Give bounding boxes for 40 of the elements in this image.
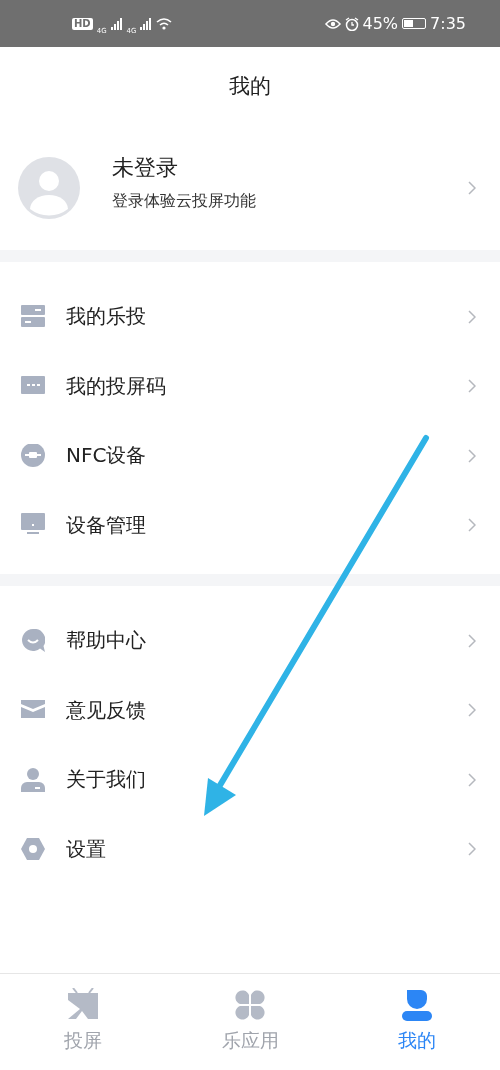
battery-percent: 45% [362,14,399,33]
wifi-icon [156,17,173,30]
server-icon [21,304,45,329]
user-icon [399,988,434,1022]
clover-icon [233,988,267,1022]
menu-item[interactable]: NFC设备 [0,421,500,491]
menu-item[interactable]: 意见反馈 [0,675,500,745]
clock: 7:35 [430,14,466,33]
hd-badge: HD [72,17,93,30]
chevron-icon [468,633,476,648]
chevron-icon [468,379,476,394]
profile-row[interactable]: 未登录 登录体验云投屏功能 [0,125,500,250]
tab[interactable]: 我的 [333,974,500,1070]
gear-icon [21,837,45,862]
chevron-icon [468,842,476,857]
signal-icon [110,17,123,30]
page-title: 我的 [229,73,271,100]
battery-icon [402,18,427,29]
user-name: 未登录 [112,154,179,182]
person-icon [21,767,45,792]
tv-icon [66,988,101,1022]
chevron-icon [468,309,476,324]
chat-icon [21,628,45,653]
menu-item[interactable]: 帮助中心 [0,606,500,676]
alarm-icon [344,16,359,31]
login-hint: 登录体验云投屏功能 [112,191,257,212]
avatar [18,156,80,219]
chevron-icon [468,180,476,195]
menu-item[interactable]: 设备管理 [0,490,500,560]
menu-item[interactable]: 我的投屏码 [0,351,500,421]
chevron-icon [468,448,476,463]
signal-icon [140,17,153,30]
chevron-icon [468,772,476,787]
menu-item[interactable]: 我的乐投 [0,282,500,352]
link-icon [21,443,45,468]
eye-icon [324,17,341,30]
chevron-icon [468,518,476,533]
chevron-icon [468,703,476,718]
menu-item[interactable]: 关于我们 [0,745,500,815]
menu-item[interactable]: 设置 [0,814,500,884]
